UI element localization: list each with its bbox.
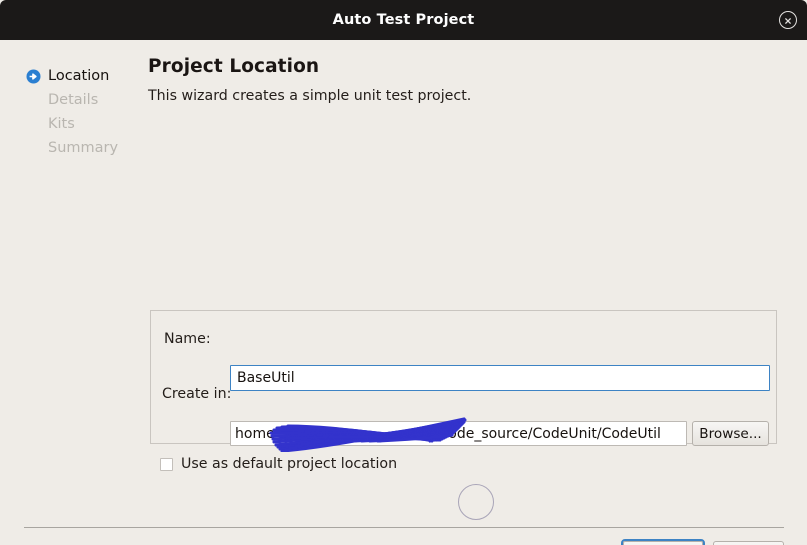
footer-separator [24,527,784,528]
next-button-focus-ring: Next > [621,539,705,545]
create-in-input[interactable] [230,421,687,446]
title-bar: Auto Test Project [0,0,807,40]
close-icon[interactable] [779,11,797,29]
create-in-label: Create in: [162,386,232,402]
sidebar-item-summary[interactable]: Summary [26,136,136,160]
next-button[interactable]: Next > [623,541,703,545]
use-as-default-checkbox[interactable] [160,457,173,471]
wizard-steps: Location Details Kits Summary [26,64,136,160]
sidebar-item-label: Details [48,92,99,108]
cancel-button[interactable]: Cancel [713,541,784,545]
use-as-default-checkbox-row[interactable]: Use as default project location [160,455,397,473]
name-input[interactable] [230,365,770,391]
page-subtitle: This wizard creates a simple unit test p… [148,88,472,104]
circle-cursor-artifact [458,484,494,520]
sidebar-item-location[interactable]: Location [26,64,136,88]
sidebar-item-label: Summary [48,140,119,156]
sidebar-item-details[interactable]: Details [26,88,136,112]
window-title: Auto Test Project [332,12,475,28]
dialog-body: Location Details Kits Summary Project Lo… [0,40,807,545]
sidebar-item-label: Kits [48,116,75,132]
blue-arrow-circle-icon [26,69,41,84]
page-title: Project Location [148,56,320,77]
sidebar-item-label: Location [48,68,110,84]
sidebar-item-kits[interactable]: Kits [26,112,136,136]
browse-button[interactable]: Browse... [692,421,769,446]
auto-test-project-dialog: Auto Test Project Location Details Kits … [0,0,807,545]
use-as-default-label: Use as default project location [181,456,398,472]
name-label: Name: [164,331,211,347]
